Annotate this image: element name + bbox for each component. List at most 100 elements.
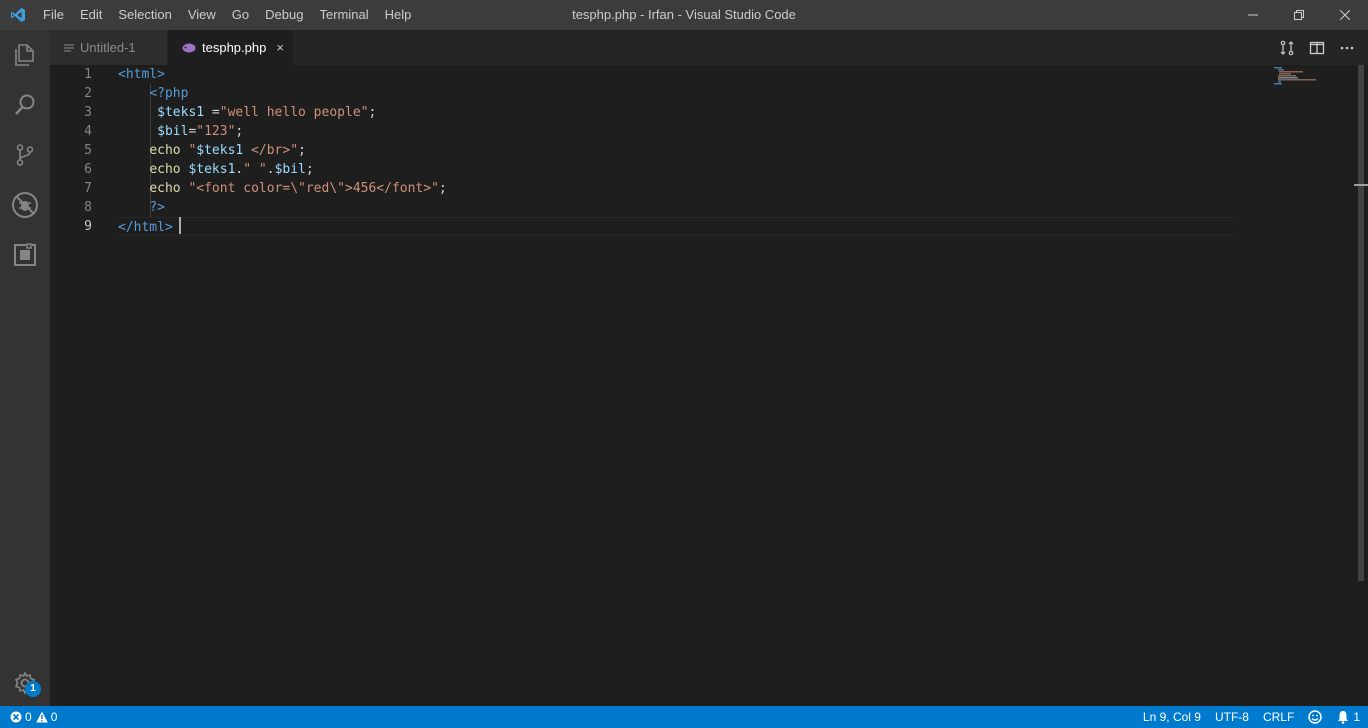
more-actions-icon[interactable] — [1336, 37, 1358, 59]
notifications-status[interactable]: 1 — [1336, 706, 1360, 728]
code-token: $bil — [274, 162, 306, 177]
code-token: echo — [149, 162, 181, 177]
menu-help[interactable]: Help — [377, 0, 420, 30]
code-token: $teks1 — [157, 105, 205, 120]
code-token: " " — [243, 162, 267, 177]
menu-terminal[interactable]: Terminal — [311, 0, 376, 30]
menu-edit[interactable]: Edit — [72, 0, 110, 30]
manage-badge: 1 — [25, 681, 41, 697]
code-line[interactable]: <html> — [118, 65, 447, 84]
code-line[interactable]: echo $teks1." ".$bil; — [118, 160, 447, 179]
warning-count: 0 — [50, 710, 58, 724]
tab-label: tesphp.php — [202, 40, 267, 55]
code-token: echo — [149, 143, 181, 158]
text-cursor — [178, 217, 181, 234]
window-controls — [1230, 0, 1368, 30]
minimap[interactable] — [1274, 67, 1354, 97]
tab-untitled-1[interactable]: Untitled-1 — [50, 30, 168, 65]
close-tab-icon[interactable]: × — [276, 40, 284, 55]
code-token: <?php — [149, 86, 189, 101]
notification-count: 1 — [1353, 710, 1360, 724]
menu-view[interactable]: View — [180, 0, 224, 30]
debug-icon[interactable] — [0, 180, 50, 230]
open-changes-icon[interactable] — [1276, 37, 1298, 59]
line-number: 7 — [84, 181, 92, 196]
menu-go[interactable]: Go — [224, 0, 257, 30]
line-number: 6 — [84, 162, 92, 177]
menu-file[interactable]: File — [35, 0, 72, 30]
errors-status: 0 — [10, 706, 32, 728]
code-token: "well hello people" — [219, 105, 369, 120]
status-bar: 0 0 Ln 9, Col 9 UTF-8 CRLF 1 — [0, 706, 1368, 728]
menu-selection[interactable]: Selection — [110, 0, 179, 30]
code-line[interactable]: echo "$teks1 </br>"; — [118, 141, 447, 160]
minimize-button[interactable] — [1230, 0, 1276, 30]
warnings-status: 0 — [35, 706, 58, 728]
explorer-icon[interactable] — [0, 30, 50, 80]
code-token: echo — [149, 181, 181, 196]
code-token: ; — [235, 124, 244, 139]
code-line[interactable]: $bil="123"; — [118, 122, 447, 141]
line-number: 3 — [84, 105, 92, 120]
menu-debug[interactable]: Debug — [257, 0, 311, 30]
warning-icon — [35, 711, 48, 723]
code-token: ; — [305, 162, 314, 177]
code-token: </br>" — [243, 143, 299, 158]
error-count: 0 — [25, 710, 32, 724]
error-icon — [10, 711, 22, 723]
code-content[interactable]: <html> <?php $teks1 ="well hello people"… — [118, 65, 447, 236]
code-token: ?> — [149, 200, 165, 215]
code-token: <html> — [118, 67, 165, 82]
line-number: 8 — [84, 200, 92, 215]
encoding-selector[interactable]: UTF-8 — [1215, 706, 1249, 728]
manage-gear-icon[interactable] — [0, 658, 50, 708]
editor-actions — [1276, 30, 1358, 65]
feedback-smiley-icon[interactable] — [1308, 706, 1323, 728]
code-token: $teks1 — [188, 162, 236, 177]
code-token: . — [266, 162, 275, 177]
code-line[interactable]: echo "<font color=\"red\">456</font>"; — [118, 179, 446, 198]
search-icon[interactable] — [0, 80, 50, 130]
line-number: 1 — [84, 67, 92, 82]
eol-selector[interactable]: CRLF — [1263, 706, 1294, 728]
tab-tesphp[interactable]: tesphp.php × — [168, 30, 294, 65]
code-token: ; — [368, 105, 377, 120]
php-icon — [182, 43, 196, 53]
code-line[interactable]: ?> — [118, 198, 447, 217]
code-line[interactable]: <?php — [118, 84, 447, 103]
line-number: 4 — [84, 124, 92, 139]
line-number: 5 — [84, 143, 92, 158]
line-number-gutter: 1 2 3 4 5 6 7 8 9 — [50, 65, 108, 236]
scrollbar-thumb[interactable] — [1358, 65, 1364, 581]
tab-label: Untitled-1 — [80, 40, 136, 55]
split-editor-icon[interactable] — [1306, 37, 1328, 59]
code-editor[interactable]: 1 2 3 4 5 6 7 8 9 <html> <?php $teks1 ="well hel… — [50, 65, 1368, 706]
bell-icon — [1338, 711, 1349, 724]
code-token: "123" — [196, 124, 236, 139]
vertical-scrollbar[interactable] — [1354, 65, 1368, 706]
cursor-position[interactable]: Ln 9, Col 9 — [1143, 706, 1201, 728]
code-line[interactable]: $teks1 ="well hello people"; — [118, 103, 447, 122]
problems-indicator[interactable]: 0 0 — [0, 706, 57, 728]
line-number: 2 — [84, 86, 92, 101]
code-token: "<font color=\"red\">456</font>" — [188, 181, 439, 196]
code-line[interactable]: </html> — [118, 217, 447, 236]
close-window-button[interactable] — [1322, 0, 1368, 30]
code-token: ; — [298, 143, 306, 158]
line-number: 9 — [84, 219, 92, 234]
source-control-icon[interactable] — [0, 130, 50, 180]
extensions-icon[interactable] — [0, 230, 50, 280]
code-token: = — [204, 105, 220, 120]
vscode-logo-icon — [0, 0, 35, 30]
cursor-position-marker — [1354, 184, 1368, 186]
activity-bar — [0, 30, 50, 706]
restore-button[interactable] — [1276, 0, 1322, 30]
file-icon — [64, 43, 74, 53]
